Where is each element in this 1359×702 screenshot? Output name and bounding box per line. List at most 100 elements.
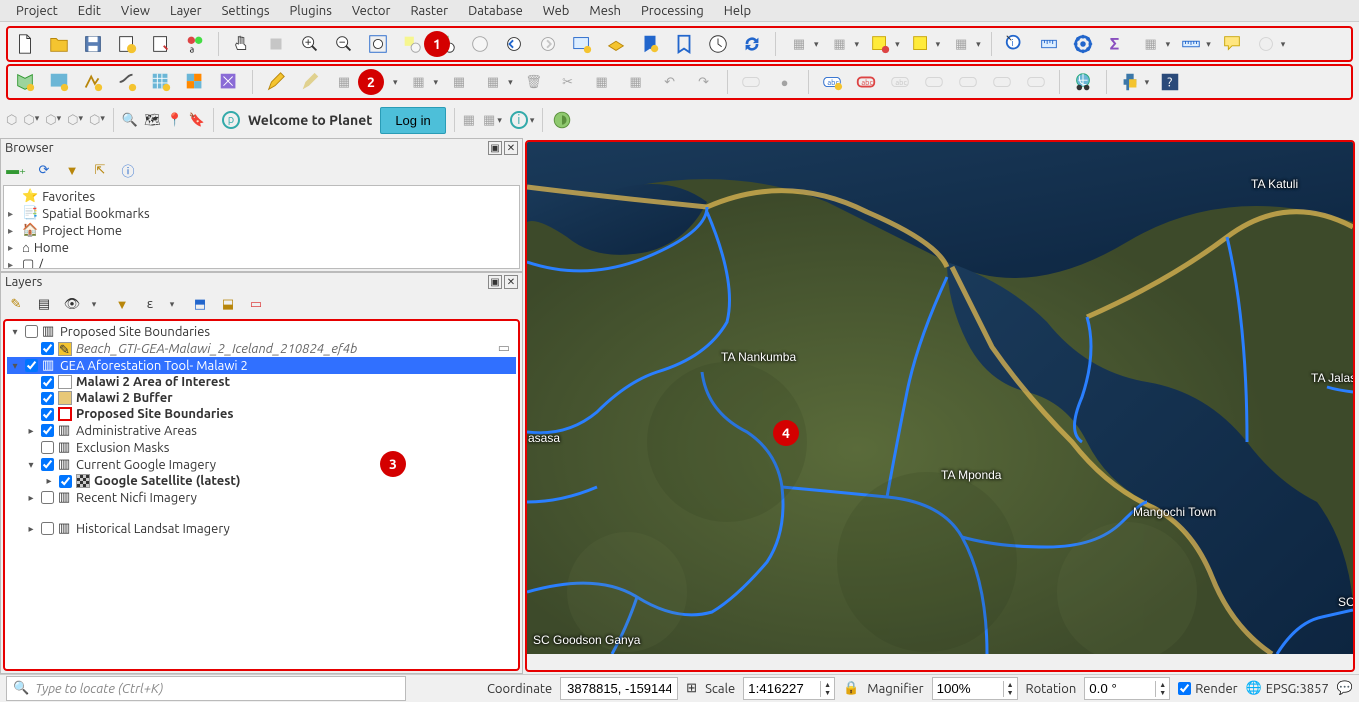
open-table[interactable]: ▦ [786,31,812,57]
snap-5[interactable]: ⬡ [89,113,100,128]
add-feature[interactable]: ▦ [406,69,432,95]
layers-dock-icon[interactable]: ▣ [488,275,502,289]
open-project[interactable] [46,31,72,57]
report[interactable]: ▦ [463,113,475,128]
map-canvas[interactable] [527,142,1353,654]
report2[interactable]: ▦ [483,113,495,128]
browser-item[interactable]: ▸📑Spatial Bookmarks [6,205,517,222]
qgis-logo[interactable] [551,109,573,131]
label-toolbar-d[interactable] [921,69,947,95]
node-tool[interactable]: ▦ [480,69,506,95]
planet-login-button[interactable]: Log in [380,107,445,134]
browser-item[interactable]: ⭐Favorites [6,188,517,205]
layer-row[interactable]: Malawi 2 Area of Interest [7,374,516,390]
properties-icon[interactable]: ⓘ [119,161,137,179]
loc-bookmark[interactable]: 🔖 [189,113,205,128]
layer-row[interactable]: Malawi 2 Buffer [7,390,516,406]
new-3d-view[interactable] [603,31,629,57]
layer-row[interactable]: ▾▥Proposed Site Boundaries [7,323,516,340]
deselect-all[interactable]: ▦ [948,31,974,57]
undo[interactable]: ↶ [657,69,683,95]
layer-row[interactable]: ✎Beach_GTI-GEA-Malawi_2_Iceland_210824_e… [7,340,516,357]
layout-manager[interactable] [148,31,174,57]
menu-mesh[interactable]: Mesh [579,2,631,20]
select-by-value[interactable] [908,31,934,57]
browser-tree[interactable]: ⭐Favorites▸📑Spatial Bookmarks▸🏠Project H… [3,185,520,269]
lock-icon[interactable]: 🔒 [843,681,859,696]
toggle-edit[interactable] [263,69,289,95]
cut[interactable]: ✂ [555,69,581,95]
menu-web[interactable]: Web [533,2,580,20]
browser-item[interactable]: ▸▢/ [6,256,517,269]
zoom-native[interactable] [467,31,493,57]
zoom-next[interactable] [535,31,561,57]
scale-input[interactable]: ▲▼ [743,677,835,700]
show-bookmarks[interactable] [671,31,697,57]
paste[interactable]: ▦ [623,69,649,95]
new-bookmark[interactable] [637,31,663,57]
python-console[interactable] [1117,69,1143,95]
plugin-globe[interactable] [1070,69,1096,95]
extents-icon[interactable]: ⊞ [686,681,697,696]
redo[interactable]: ↷ [691,69,717,95]
menu-plugins[interactable]: Plugins [280,2,342,20]
remove-icon[interactable]: ▭ [247,295,265,313]
collapse-icon[interactable]: ⇱ [91,161,109,179]
locator-input[interactable]: 🔍 Type to locate (Ctrl+K) [6,676,406,701]
menu-raster[interactable]: Raster [400,2,458,20]
menu-vector[interactable]: Vector [342,2,401,20]
browser-dock-icon[interactable]: ▣ [488,141,502,155]
delete[interactable]: 🗑 [521,69,547,95]
copy[interactable]: ▦ [589,69,615,95]
save-edits[interactable] [297,69,323,95]
style-manager[interactable]: a [182,31,208,57]
zoom-in[interactable] [297,31,323,57]
layer-row[interactable]: ▥Exclusion Masks [7,439,516,456]
layer-row[interactable]: Proposed Site Boundaries [7,406,516,422]
layer-row[interactable]: ▾▥Current Google Imagery [7,456,516,473]
filter-icon[interactable]: ▼ [63,161,81,179]
menu-layer[interactable]: Layer [160,2,212,20]
zoom-selection[interactable] [399,31,425,57]
add-vector[interactable] [12,69,38,95]
temporal-controller[interactable] [705,31,731,57]
save-project[interactable] [80,31,106,57]
refresh[interactable] [739,31,765,57]
help-plugin[interactable]: ? [1157,69,1183,95]
zoom-last[interactable] [501,31,527,57]
label-tool-2[interactable]: ● [772,69,798,95]
map-tips[interactable] [1219,31,1245,57]
refresh-icon[interactable]: ⟳ [35,161,53,179]
loc-pin[interactable]: 📍 [167,113,183,128]
pan-selection[interactable] [263,31,289,57]
collapse-all-icon[interactable]: ⬓ [219,295,237,313]
new-print-layout[interactable] [114,31,140,57]
browser-item[interactable]: ▸⌂Home [6,239,517,256]
browser-item[interactable]: ▸🏠Project Home [6,222,517,239]
coord-input[interactable] [560,677,678,700]
toolbox[interactable] [1070,31,1096,57]
field-calc[interactable]: ▦ [1138,31,1164,57]
add-raster[interactable] [46,69,72,95]
snap-1[interactable]: ⬡ [6,113,17,128]
label-toolbar-a[interactable]: abc [819,69,845,95]
filter-legend-icon[interactable]: ▼ [113,295,131,313]
snap-4[interactable]: ⬡ [67,113,78,128]
layer-row[interactable]: ▸▥Historical Landsat Imagery [7,520,516,537]
label-toolbar-g[interactable] [1023,69,1049,95]
layers-close-icon[interactable]: ✕ [504,275,518,289]
info-btn[interactable]: i [510,111,528,129]
layer-row[interactable]: ▾▥GEA Aforestation Tool- Malawi 2 [7,357,516,374]
label-toolbar-b[interactable]: abc [853,69,879,95]
edit-tool-3[interactable]: ▦ [331,69,357,95]
label-tool-1[interactable] [738,69,764,95]
layer-row[interactable]: ▸▥Administrative Areas [7,422,516,439]
theme-icon[interactable]: ▤ [35,295,53,313]
snap-3[interactable]: ⬡ [45,113,56,128]
snap-2[interactable]: ⬡ [23,113,34,128]
add-virtual[interactable] [216,69,242,95]
move-feature[interactable]: ▦ [446,69,472,95]
new-project[interactable] [12,31,38,57]
expr-icon[interactable]: ε [141,295,159,313]
add-vector-layer[interactable] [80,69,106,95]
